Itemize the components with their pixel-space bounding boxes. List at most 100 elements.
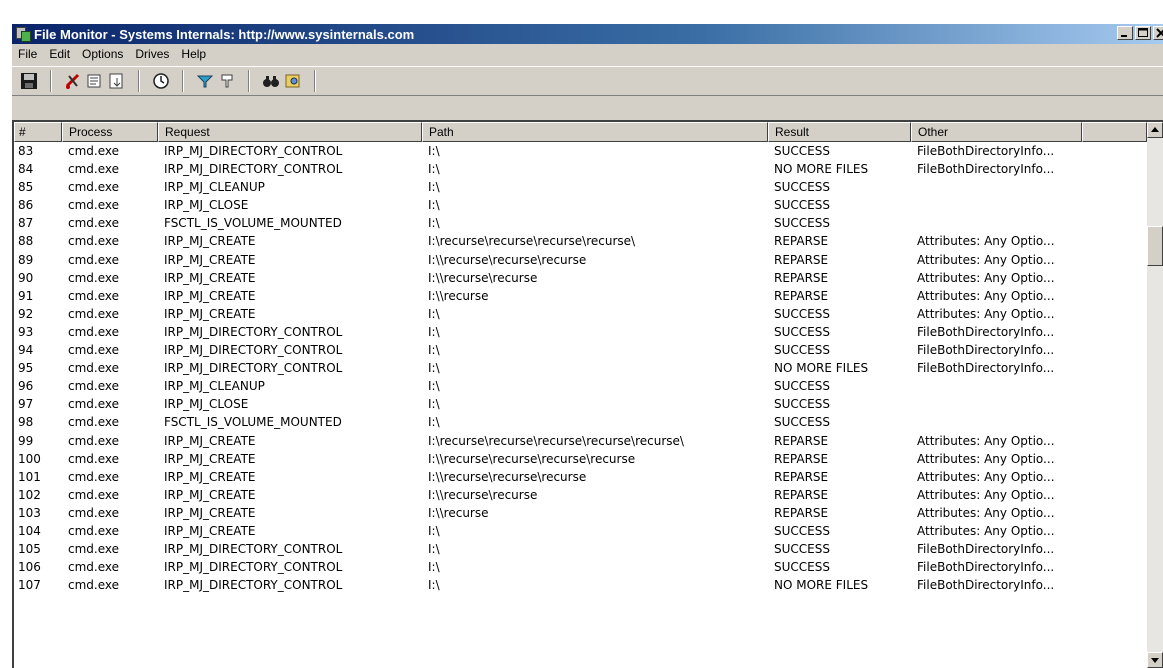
cell-result: SUCCESS <box>774 198 830 213</box>
table-row[interactable]: 98 cmd.exe FSCTL_IS_VOLUME_MOUNTED I:\ SUCCE… <box>14 413 1147 431</box>
table-row[interactable]: 93 cmd.exe IRP_MJ_DIRECTORY_CONTROL I:\ SUCC… <box>14 323 1147 341</box>
cell-request: IRP_MJ_DIRECTORY_CONTROL <box>164 578 343 593</box>
event-list[interactable]: # Process Request Path Result Other 83 cm… <box>12 120 1163 668</box>
menu-edit[interactable]: Edit <box>43 47 76 61</box>
table-row[interactable]: 87 cmd.exe FSCTL_IS_VOLUME_MOUNTED I:\ SUCCE… <box>14 214 1147 232</box>
column-header-number[interactable]: # <box>14 122 62 142</box>
close-button[interactable] <box>1153 26 1163 40</box>
table-row[interactable]: 100 cmd.exe IRP_MJ_CREATE I:\\recurse\recur… <box>14 450 1147 468</box>
cell-result: SUCCESS <box>774 324 830 339</box>
maximize-button[interactable] <box>1135 26 1151 40</box>
table-row[interactable]: 103 cmd.exe IRP_MJ_CREATE I:\\recurse REPARS… <box>14 504 1147 522</box>
cell-process: cmd.exe <box>68 523 120 538</box>
cell-path: I:\\recurse\recurse\recurse\recurse <box>428 451 636 466</box>
table-row[interactable]: 107 cmd.exe IRP_MJ_DIRECTORY_CONTROL I:\ NO … <box>14 576 1147 594</box>
cell-other: Attributes: Any Optio... <box>917 306 1055 321</box>
table-row[interactable]: 89 cmd.exe IRP_MJ_CREATE I:\\recurse\recurs… <box>14 251 1147 269</box>
capture-button[interactable] <box>84 70 106 92</box>
cell-number: 100 <box>18 451 41 466</box>
table-row[interactable]: 105 cmd.exe IRP_MJ_DIRECTORY_CONTROL I:\ SUC… <box>14 540 1147 558</box>
cell-number: 90 <box>18 270 34 285</box>
cell-process: cmd.exe <box>68 270 120 285</box>
cell-path: I:\ <box>428 397 440 412</box>
cell-other: Attributes: Any Optio... <box>917 252 1055 267</box>
scroll-thumb[interactable] <box>1147 226 1163 266</box>
table-row[interactable]: 92 cmd.exe IRP_MJ_CREATE I:\ SUCCESS Attribut… <box>14 305 1147 323</box>
table-row[interactable]: 101 cmd.exe IRP_MJ_CREATE I:\\recurse\recur… <box>14 468 1147 486</box>
table-row[interactable]: 85 cmd.exe IRP_MJ_CLEANUP I:\ SUCCESS <box>14 178 1147 196</box>
event-rows: 83 cmd.exe IRP_MJ_DIRECTORY_CONTROL I:\ SUCC… <box>14 142 1147 594</box>
table-row[interactable]: 96 cmd.exe IRP_MJ_CLEANUP I:\ SUCCESS <box>14 377 1147 395</box>
clear-button[interactable] <box>62 70 84 92</box>
scroll-down-button[interactable] <box>1147 652 1163 668</box>
cell-process: cmd.exe <box>68 306 120 321</box>
menu-file[interactable]: File <box>12 47 43 61</box>
filter-icon <box>196 75 214 88</box>
table-row[interactable]: 90 cmd.exe IRP_MJ_CREATE I:\\recurse\recurs… <box>14 269 1147 287</box>
menu-help[interactable]: Help <box>175 47 212 61</box>
table-row[interactable]: 84 cmd.exe IRP_MJ_DIRECTORY_CONTROL I:\ NO M… <box>14 160 1147 178</box>
time-format-button[interactable] <box>150 70 172 92</box>
table-row[interactable]: 97 cmd.exe IRP_MJ_CLOSE I:\ SUCCESS <box>14 395 1147 413</box>
column-header-other[interactable]: Other <box>911 122 1082 142</box>
minimize-button[interactable] <box>1117 26 1133 40</box>
cell-process: cmd.exe <box>68 433 120 448</box>
cell-other: Attributes: Any Optio... <box>917 487 1055 502</box>
highlight-button[interactable] <box>216 70 238 92</box>
cell-path: I:\\recurse <box>428 288 489 303</box>
maximize-icon <box>1138 28 1148 37</box>
table-row[interactable]: 104 cmd.exe IRP_MJ_CREATE I:\ SUCCESS Attribu… <box>14 522 1147 540</box>
table-row[interactable]: 106 cmd.exe IRP_MJ_DIRECTORY_CONTROL I:\ SUC… <box>14 558 1147 576</box>
cell-other: FileBothDirectoryInfo... <box>917 162 1055 177</box>
table-row[interactable]: 83 cmd.exe IRP_MJ_DIRECTORY_CONTROL I:\ SUCC… <box>14 142 1147 160</box>
table-row[interactable]: 99 cmd.exe IRP_MJ_CREATE I:\recurse\recurse… <box>14 432 1147 450</box>
table-row[interactable]: 86 cmd.exe IRP_MJ_CLOSE I:\ SUCCESS <box>14 196 1147 214</box>
menu-options[interactable]: Options <box>76 47 129 61</box>
cell-process: cmd.exe <box>68 324 120 339</box>
cell-request: IRP_MJ_CLOSE <box>164 397 249 412</box>
scroll-up-button[interactable] <box>1147 122 1163 138</box>
cell-request: IRP_MJ_CREATE <box>164 306 256 321</box>
filter-button[interactable] <box>194 70 216 92</box>
autoscroll-icon <box>109 73 123 89</box>
menu-drives[interactable]: Drives <box>129 47 175 61</box>
column-header-request[interactable]: Request <box>158 122 422 142</box>
title-bar[interactable]: File Monitor - Systems Internals: http:/… <box>12 24 1163 44</box>
cell-process: cmd.exe <box>68 180 120 195</box>
table-row[interactable]: 94 cmd.exe IRP_MJ_DIRECTORY_CONTROL I:\ SUCC… <box>14 341 1147 359</box>
table-row[interactable]: 88 cmd.exe IRP_MJ_CREATE I:\recurse\recurse… <box>14 232 1147 250</box>
cell-path: I:\recurse\recurse\recurse\recurse\recur… <box>428 433 684 448</box>
cell-request: IRP_MJ_CREATE <box>164 288 256 303</box>
vertical-scrollbar[interactable] <box>1147 122 1163 668</box>
table-row[interactable]: 102 cmd.exe IRP_MJ_CREATE I:\\recurse\recur… <box>14 486 1147 504</box>
explorer-jump-button[interactable] <box>282 70 304 92</box>
save-button[interactable] <box>18 70 40 92</box>
table-row[interactable]: 95 cmd.exe IRP_MJ_DIRECTORY_CONTROL I:\ NO M… <box>14 359 1147 377</box>
cell-request: IRP_MJ_CLOSE <box>164 198 249 213</box>
save-icon <box>21 73 37 89</box>
cell-result: SUCCESS <box>774 542 830 557</box>
cell-path: I:\\recurse\recurse <box>428 270 538 285</box>
cell-result: REPARSE <box>774 288 829 303</box>
cell-other <box>911 377 1082 395</box>
cell-path: I:\ <box>428 560 440 575</box>
autoscroll-button[interactable] <box>106 70 128 92</box>
column-header-process[interactable]: Process <box>62 122 158 142</box>
cell-request: FSCTL_IS_VOLUME_MOUNTED <box>164 415 342 430</box>
cell-number: 107 <box>18 578 41 593</box>
cell-result: SUCCESS <box>774 379 830 394</box>
find-button[interactable] <box>260 70 282 92</box>
cell-other <box>911 395 1082 413</box>
cell-number: 84 <box>18 162 34 177</box>
cell-other: Attributes: Any Optio... <box>917 505 1055 520</box>
table-row[interactable]: 91 cmd.exe IRP_MJ_CREATE I:\\recurse REPARSE… <box>14 287 1147 305</box>
close-icon <box>1156 28 1163 38</box>
cell-number: 97 <box>18 397 34 412</box>
column-header-result[interactable]: Result <box>768 122 911 142</box>
cell-result: REPARSE <box>774 270 829 285</box>
column-header-path[interactable]: Path <box>422 122 768 142</box>
cell-result: SUCCESS <box>774 216 830 231</box>
toolbar-separator <box>314 70 316 92</box>
cell-other: FileBothDirectoryInfo... <box>917 343 1055 358</box>
cell-result: REPARSE <box>774 252 829 267</box>
